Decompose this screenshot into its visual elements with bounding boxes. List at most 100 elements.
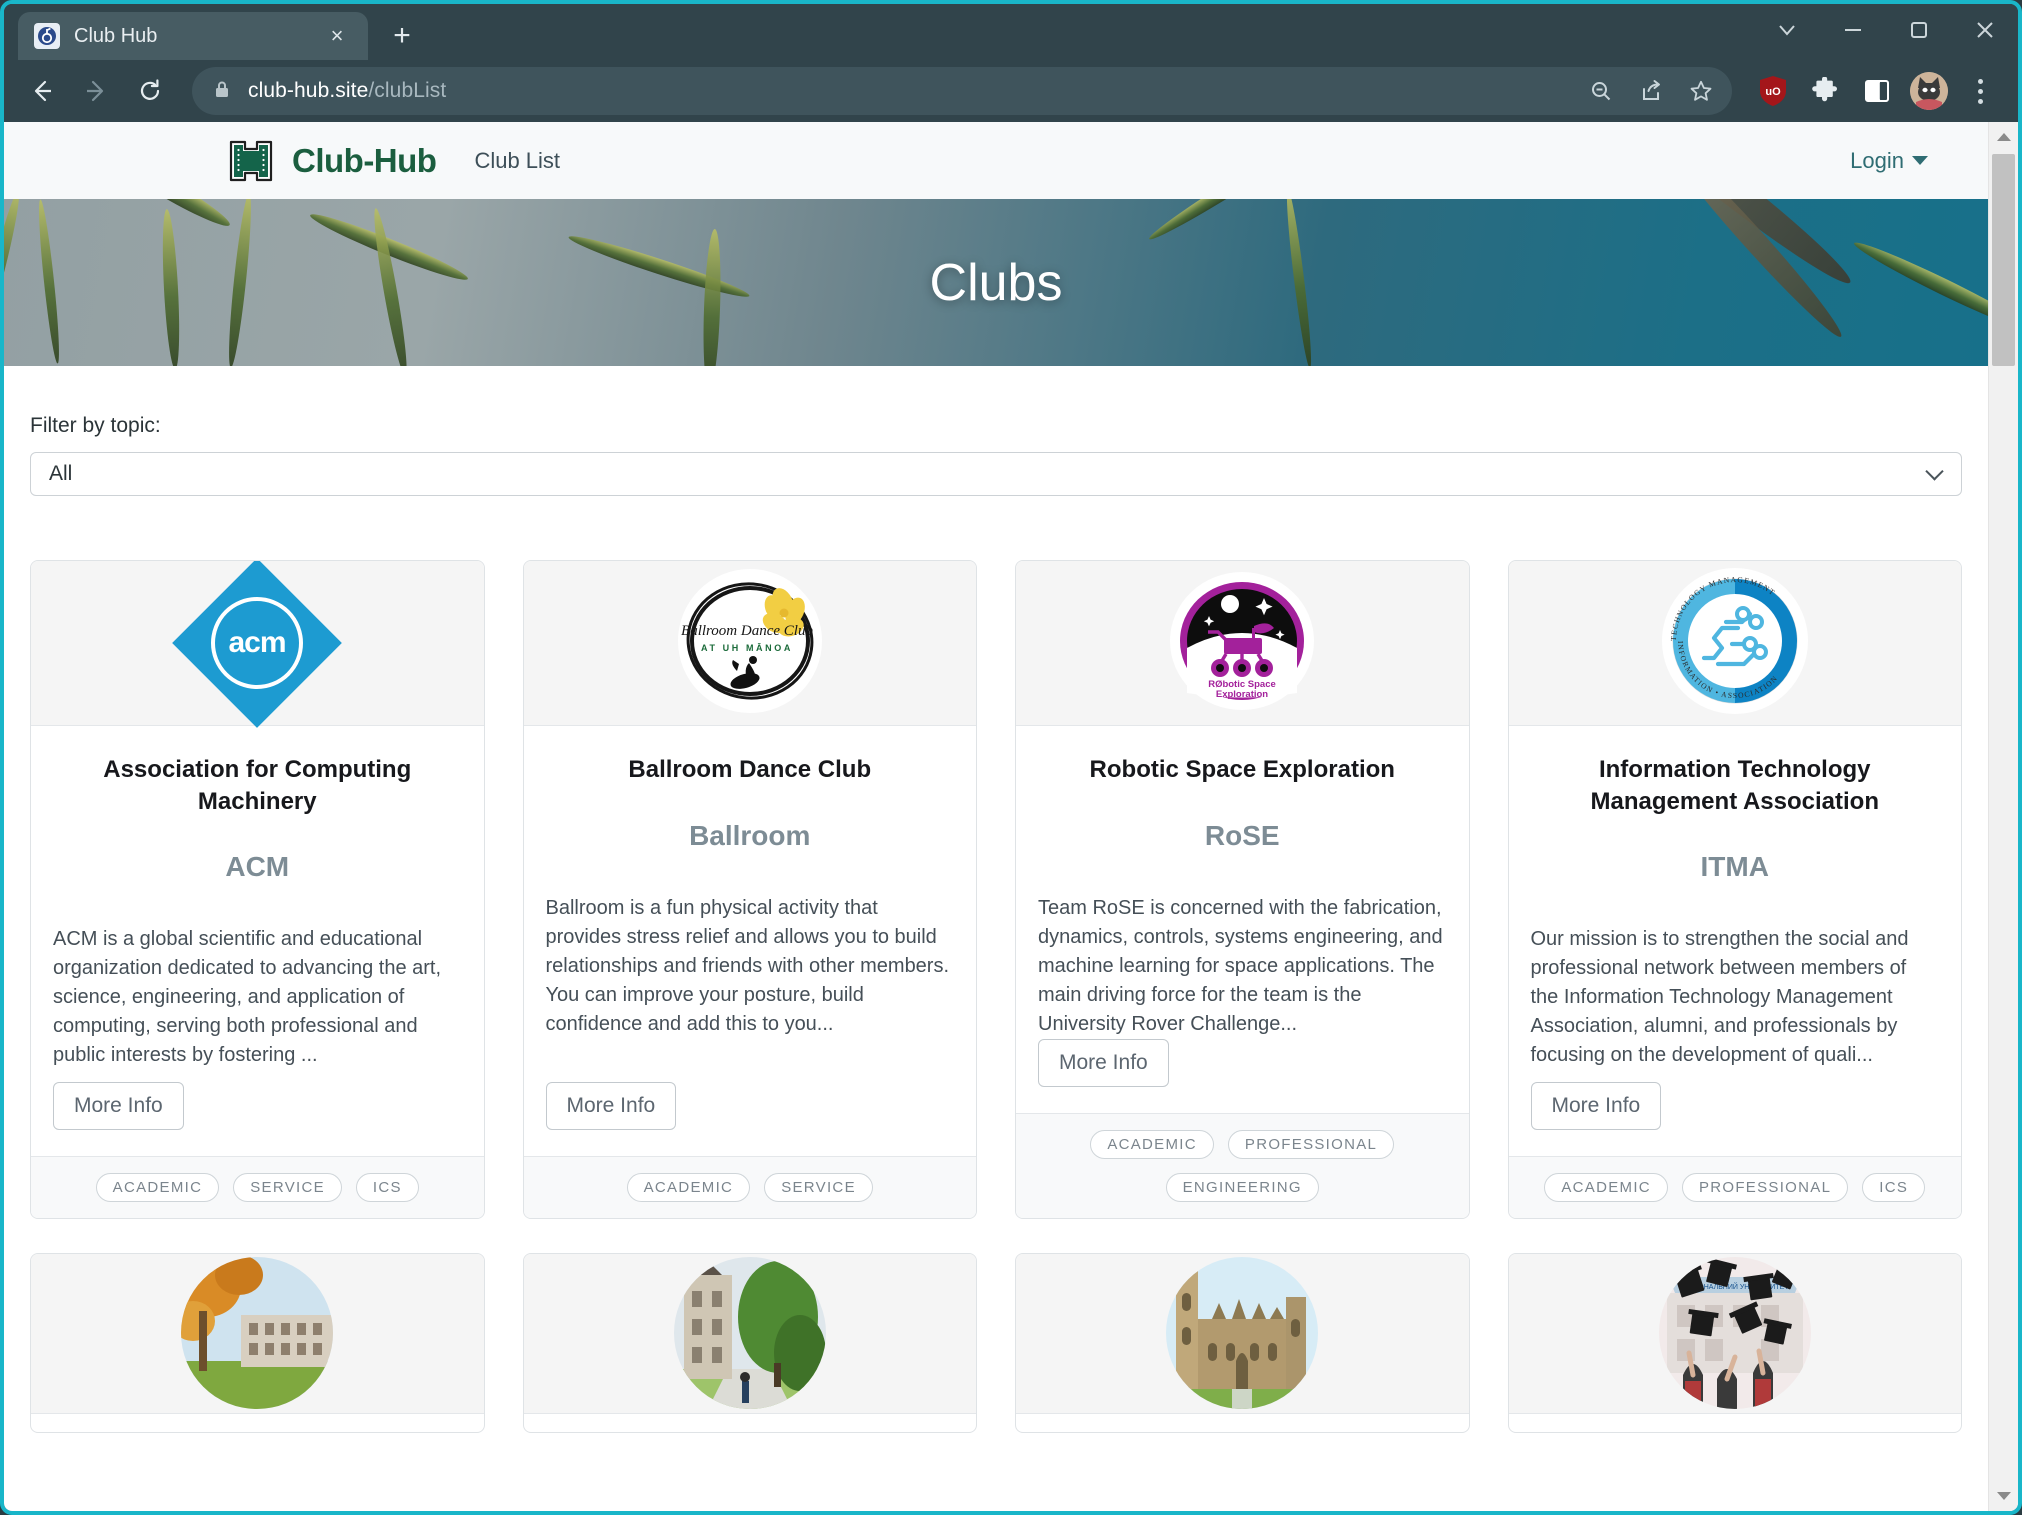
- bookmark-star-icon[interactable]: [1678, 68, 1724, 114]
- uh-manoa-h-logo-icon: [226, 136, 276, 186]
- svg-text:Ballroom Dance Club: Ballroom Dance Club: [681, 623, 813, 639]
- forward-arrow-icon: [72, 67, 120, 115]
- club-logo: [523, 1253, 976, 1414]
- zoom-out-icon[interactable]: [1578, 68, 1624, 114]
- club-card[interactable]: [1015, 1252, 1470, 1433]
- club-card-grid: acm Association for Computing Machinery …: [4, 496, 1988, 1219]
- filter-label: Filter by topic:: [30, 414, 161, 437]
- lock-icon: [212, 79, 232, 104]
- club-tags: ACADEMIC PROFESSIONAL ENGINEERING: [1016, 1112, 1469, 1218]
- hero-title: Clubs: [929, 253, 1063, 312]
- club-description: Ballroom is a fun physical activity that…: [545, 896, 950, 1035]
- tag-pill[interactable]: ACADEMIC: [1090, 1129, 1214, 1159]
- browser-tab[interactable]: Club Hub ×: [18, 12, 368, 60]
- login-label: Login: [1850, 147, 1904, 173]
- club-logo: acm: [31, 560, 484, 728]
- club-logo: НАЦІОНАЛЬНИЙ УНІВЕРСИТЕТ: [1508, 1253, 1961, 1414]
- address-bar[interactable]: club-hub.site/clubList: [192, 67, 1732, 115]
- tag-pill[interactable]: ICS: [1862, 1172, 1926, 1202]
- share-icon[interactable]: [1628, 68, 1674, 114]
- tag-pill[interactable]: ACADEMIC: [626, 1172, 751, 1202]
- chevron-down-icon: [1925, 462, 1944, 481]
- close-tab-icon[interactable]: ×: [322, 21, 352, 51]
- close-icon[interactable]: [1952, 4, 2018, 56]
- club-abbreviation: ACM: [225, 851, 290, 883]
- browser-toolbar: club-hub.site/clubList uO: [4, 60, 2018, 122]
- site-navbar: Club-Hub Club List Login: [4, 122, 1988, 199]
- window-controls: [1754, 4, 2018, 56]
- puzzle-piece-icon[interactable]: [1802, 68, 1848, 114]
- club-hub-favicon-icon: [34, 23, 60, 49]
- club-logo: Ballroom Dance Club AT UH MĀNOA: [523, 561, 976, 726]
- site-nav-links: Club List: [474, 148, 560, 174]
- login-dropdown[interactable]: Login: [1850, 148, 1928, 174]
- web-page: Club-Hub Club List Login Clubs Filter by…: [4, 122, 1988, 1511]
- club-title: Association for Computing Machinery: [103, 756, 412, 815]
- club-card[interactable]: TECHNOLOGY MANAGEMENT INFORMATION • ASSO…: [1507, 560, 1962, 1219]
- maximize-icon[interactable]: [1886, 4, 1952, 56]
- tag-pill[interactable]: ACADEMIC: [1544, 1172, 1668, 1202]
- more-info-button[interactable]: More Info: [1038, 1038, 1169, 1087]
- address-bar-url: club-hub.site/clubList: [248, 79, 446, 103]
- club-card[interactable]: RØbotic Space Exploration Robotic Space …: [1015, 560, 1470, 1219]
- graduation-caps-photo-icon: НАЦІОНАЛЬНИЙ УНІВЕРСИТЕТ: [1658, 1257, 1811, 1410]
- page-viewport: Club-Hub Club List Login Clubs Filter by…: [4, 122, 2018, 1511]
- nav-link-club-list[interactable]: Club List: [474, 148, 560, 174]
- ublock-origin-icon[interactable]: uO: [1750, 68, 1796, 114]
- club-abbreviation: RoSE: [1204, 819, 1280, 851]
- minimize-icon[interactable]: [1820, 4, 1886, 56]
- tab-title: Club Hub: [74, 24, 158, 47]
- more-info-button[interactable]: More Info: [1530, 1081, 1662, 1130]
- scrollbar-down-arrow-icon[interactable]: [1989, 1481, 2018, 1511]
- kebab-menu-icon[interactable]: [1958, 68, 2002, 114]
- more-info-button[interactable]: More Info: [545, 1081, 677, 1130]
- tag-pill[interactable]: ENGINEERING: [1165, 1172, 1319, 1202]
- browser-window: Club Hub × + club-hub.site/clubList uO C…: [0, 0, 2022, 1515]
- ballroom-dance-club-logo-icon: Ballroom Dance Club AT UH MĀNOA: [675, 567, 825, 720]
- club-card[interactable]: [30, 1252, 485, 1433]
- tag-pill[interactable]: SERVICE: [233, 1172, 342, 1202]
- club-description: Our mission is to strengthen the social …: [1530, 928, 1909, 1067]
- scrollbar-thumb[interactable]: [1992, 154, 2015, 366]
- more-info-button[interactable]: More Info: [53, 1081, 184, 1130]
- club-title: Ballroom Dance Club: [628, 756, 872, 783]
- tag-pill[interactable]: PROFESSIONAL: [1227, 1129, 1395, 1159]
- tag-pill[interactable]: ICS: [355, 1172, 419, 1202]
- club-card-body: Information Technology Management Associ…: [1509, 726, 1962, 1156]
- club-card[interactable]: [522, 1252, 977, 1433]
- club-logo: TECHNOLOGY MANAGEMENT INFORMATION • ASSO…: [1508, 561, 1961, 726]
- back-arrow-icon[interactable]: [18, 67, 66, 115]
- club-description: Team RoSE is concerned with the fabricat…: [1038, 896, 1443, 1035]
- club-description: ACM is a global scientific and education…: [53, 928, 442, 1067]
- reload-icon[interactable]: [126, 67, 174, 115]
- topic-filter-select[interactable]: All: [30, 452, 1962, 496]
- club-card[interactable]: acm Association for Computing Machinery …: [30, 560, 485, 1219]
- tag-pill[interactable]: PROFESSIONAL: [1681, 1172, 1849, 1202]
- scrollbar-up-arrow-icon[interactable]: [1989, 122, 2018, 152]
- club-card[interactable]: НАЦІОНАЛЬНИЙ УНІВЕРСИТЕТ: [1507, 1252, 1962, 1433]
- tab-search-chevron-down-icon[interactable]: [1754, 4, 1820, 56]
- campus-pathway-photo-icon: [673, 1257, 826, 1410]
- caret-down-icon: [1912, 156, 1928, 165]
- address-bar-actions: [1578, 67, 1724, 115]
- url-domain: club-hub.site: [248, 79, 369, 102]
- club-tags: ACADEMIC SERVICE ICS: [31, 1155, 484, 1218]
- side-panel-icon[interactable]: [1854, 68, 1900, 114]
- club-card[interactable]: Ballroom Dance Club AT UH MĀNOA Ballroom…: [522, 560, 977, 1219]
- club-card-grid-row-2: НАЦІОНАЛЬНИЙ УНІВЕРСИТЕТ: [4, 1219, 1988, 1433]
- club-logo: [1016, 1253, 1469, 1414]
- tag-pill[interactable]: SERVICE: [764, 1172, 873, 1202]
- club-logo: RØbotic Space Exploration: [1016, 561, 1469, 726]
- new-tab-button[interactable]: +: [380, 14, 424, 58]
- svg-text:Exploration: Exploration: [1216, 689, 1268, 700]
- club-title: Information Technology Management Associ…: [1590, 756, 1879, 815]
- hero-banner: Clubs: [4, 199, 1988, 366]
- topic-filter-value: All: [49, 462, 73, 485]
- brand-home-link[interactable]: Club-Hub: [226, 136, 437, 186]
- club-tags: ACADEMIC SERVICE: [523, 1155, 976, 1218]
- profile-avatar-icon[interactable]: [1910, 72, 1948, 110]
- club-abbreviation: Ballroom: [689, 819, 811, 851]
- gothic-university-photo-icon: [1166, 1257, 1319, 1410]
- page-scrollbar[interactable]: [1988, 122, 2018, 1511]
- tag-pill[interactable]: ACADEMIC: [95, 1172, 220, 1202]
